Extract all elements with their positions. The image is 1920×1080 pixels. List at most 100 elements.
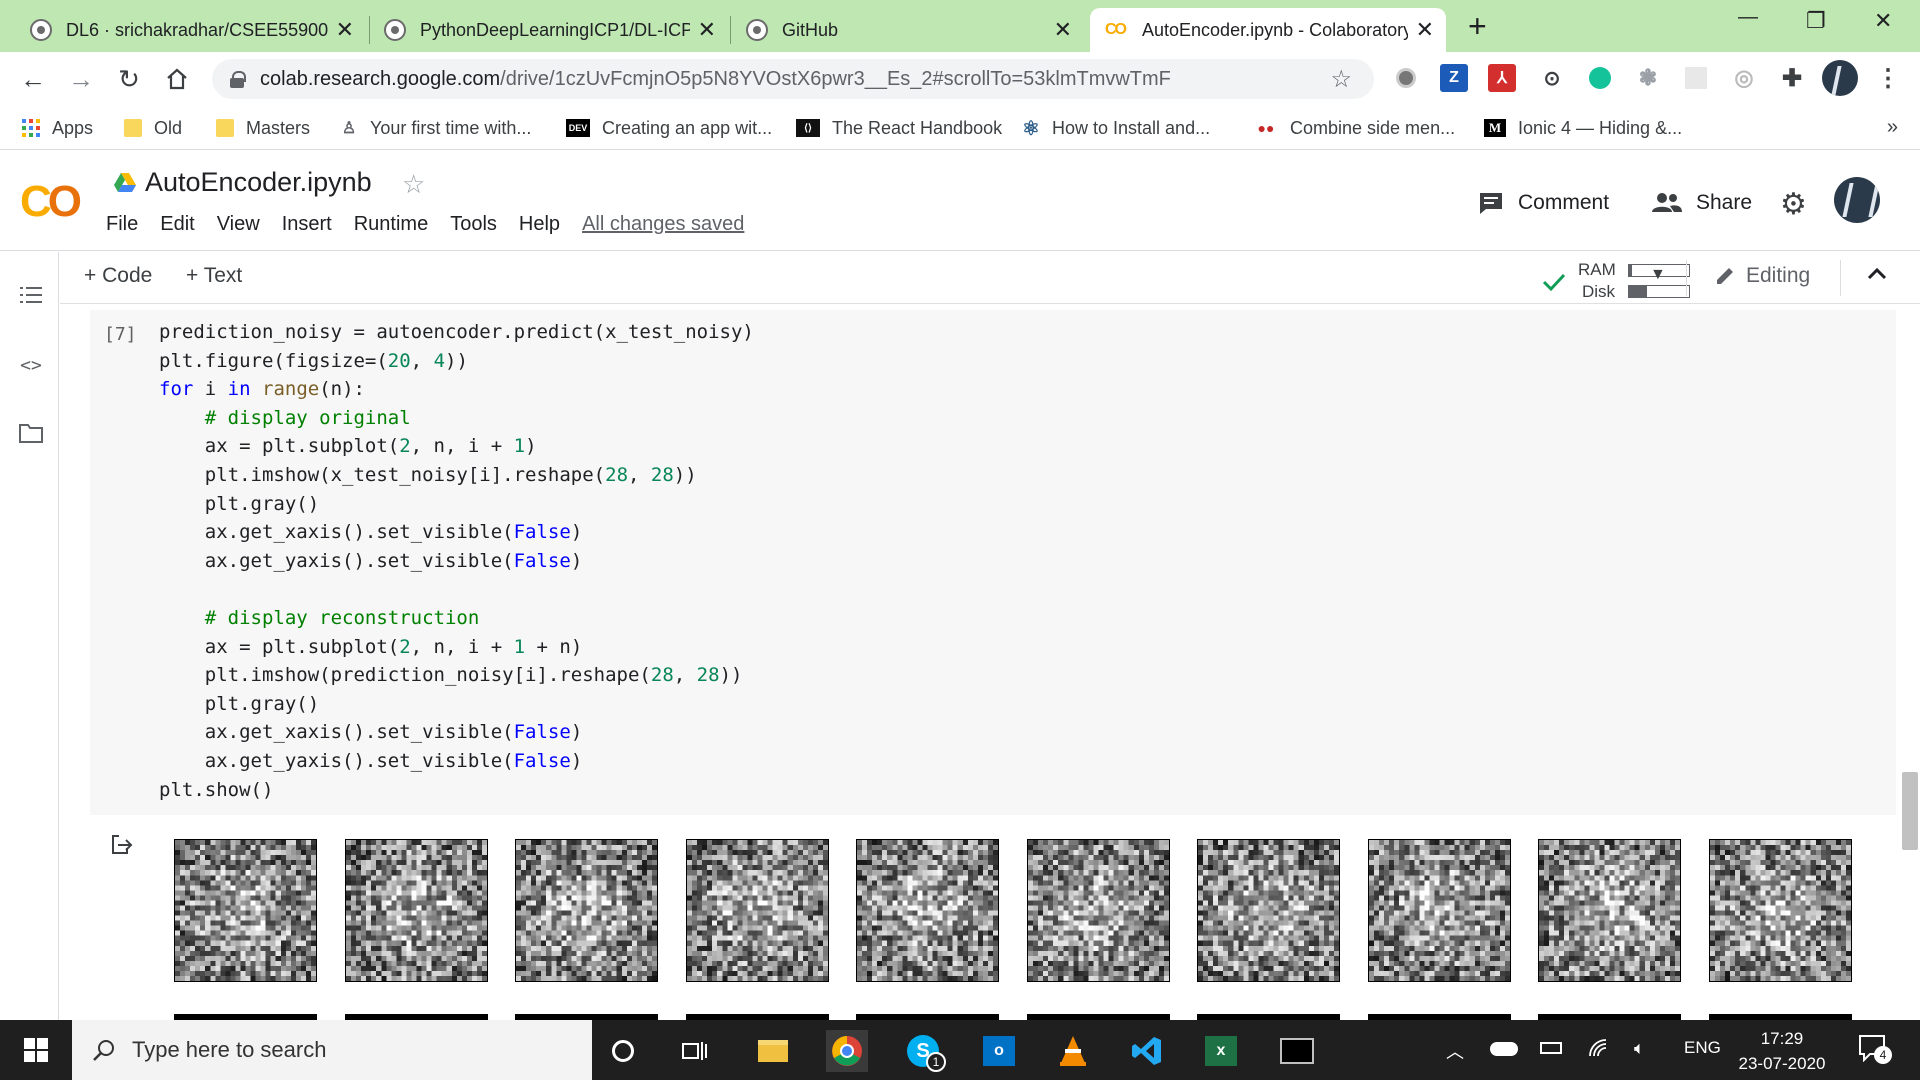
menu-help[interactable]: Help xyxy=(519,213,560,236)
home-icon[interactable] xyxy=(160,62,194,96)
menu-view[interactable]: View xyxy=(217,213,260,236)
search-icon xyxy=(93,1040,114,1061)
google-drive-icon xyxy=(114,173,136,192)
excel-icon[interactable]: x xyxy=(1200,1030,1242,1072)
menu-edit[interactable]: Edit xyxy=(160,213,194,236)
dots-icon: ●● xyxy=(1257,120,1275,136)
back-icon[interactable]: ← xyxy=(16,62,50,96)
editing-mode-button[interactable]: Editing xyxy=(1714,264,1810,288)
cortana-icon[interactable] xyxy=(602,1030,644,1072)
bookmark-react-handbook[interactable]: ⟨⟩ The React Handbook xyxy=(796,114,1002,142)
vscode-icon[interactable] xyxy=(1126,1030,1168,1072)
files-folder-icon[interactable] xyxy=(18,420,44,446)
bookmark-masters[interactable]: Masters xyxy=(216,114,310,142)
battery-icon[interactable] xyxy=(1540,1038,1562,1054)
windows-start-icon[interactable] xyxy=(24,1038,48,1062)
settings-gear-icon[interactable]: ⚙ xyxy=(1780,187,1807,222)
account-avatar[interactable] xyxy=(1834,177,1880,223)
noisy-digit-image xyxy=(174,839,317,982)
menu-file[interactable]: File xyxy=(106,213,138,236)
bookmark-how-to-install[interactable]: ⚛ How to Install and... xyxy=(1022,114,1210,142)
bookmark-creating-an-app[interactable]: DEV Creating an app wit... xyxy=(566,114,772,142)
file-explorer-icon[interactable] xyxy=(752,1030,794,1072)
code-line: plt.gray() xyxy=(159,492,320,515)
tab-python-deep-learning[interactable]: PythonDeepLearningICP1/DL-ICP ✕ xyxy=(372,8,728,52)
menu-tools[interactable]: Tools xyxy=(450,213,497,236)
extensions-puzzle-icon[interactable]: ✚ xyxy=(1778,64,1806,92)
pdf-extension-icon[interactable]: ⅄ xyxy=(1488,64,1516,92)
code-snippets-icon[interactable]: <> xyxy=(18,352,44,378)
minimize-button[interactable]: — xyxy=(1738,6,1758,29)
table-of-contents-icon[interactable] xyxy=(18,282,44,308)
forward-icon[interactable]: → xyxy=(64,62,98,96)
new-tab-button[interactable]: + xyxy=(1468,8,1487,45)
camera-extension-icon[interactable]: ◎ xyxy=(1730,64,1758,92)
tab-github[interactable]: GitHub ✕ xyxy=(734,8,1084,52)
colab-logo[interactable]: CO xyxy=(20,177,82,227)
notebook-title[interactable]: AutoEncoder.ipynb xyxy=(145,167,372,198)
system-clock[interactable]: 17:29 23-07-2020 xyxy=(1728,1026,1836,1076)
tab-dl6[interactable]: DL6 · srichakradhar/CSEE5590000 ✕ xyxy=(18,8,366,52)
star-notebook-icon[interactable]: ☆ xyxy=(402,169,425,200)
collapse-header-icon[interactable] xyxy=(1866,266,1888,287)
zotero-extension-icon[interactable]: Z xyxy=(1440,64,1468,92)
reload-icon[interactable]: ↻ xyxy=(112,62,146,96)
close-tab-icon[interactable]: ✕ xyxy=(1416,17,1434,43)
code-editor[interactable]: prediction_noisy = autoencoder.predict(x… xyxy=(159,318,754,804)
chrome-taskbar-icon[interactable] xyxy=(826,1030,868,1072)
bookmark-label: Ionic 4 — Hiding &... xyxy=(1518,117,1683,138)
close-window-button[interactable]: ✕ xyxy=(1874,8,1892,34)
add-text-button[interactable]: + Text xyxy=(186,264,242,288)
language-indicator[interactable]: ENG xyxy=(1684,1038,1721,1058)
code-extension-icon[interactable]: ⊙ xyxy=(1538,64,1566,92)
extension-circle-icon[interactable] xyxy=(1392,64,1420,92)
menu-runtime[interactable]: Runtime xyxy=(354,213,428,236)
add-code-button[interactable]: + Code xyxy=(84,264,152,288)
settings-extension-icon[interactable]: ❃ xyxy=(1634,64,1662,92)
comment-button[interactable]: Comment xyxy=(1478,191,1609,215)
bookmark-old[interactable]: Old xyxy=(124,114,182,142)
bookmark-label: Creating an app wit... xyxy=(602,117,773,138)
disk-usage-bar xyxy=(1628,285,1690,298)
save-status[interactable]: All changes saved xyxy=(582,213,744,236)
bookmark-combine-side-menu[interactable]: ●● Combine side men... xyxy=(1254,114,1456,142)
bookmark-star-icon[interactable]: ☆ xyxy=(1330,65,1352,94)
browser-tab-strip: DL6 · srichakradhar/CSEE5590000 ✕ Python… xyxy=(0,0,1920,52)
vlc-icon[interactable] xyxy=(1052,1030,1094,1072)
skype-icon[interactable]: S 1 xyxy=(902,1030,946,1072)
bookmark-apps[interactable]: Apps xyxy=(22,114,93,142)
page-scrollbar[interactable] xyxy=(1902,772,1918,850)
volume-icon[interactable]: 🔈︎ xyxy=(1634,1038,1645,1059)
clock-time: 17:29 xyxy=(1760,1029,1804,1048)
profile-avatar-icon[interactable] xyxy=(1822,60,1858,96)
close-tab-icon[interactable]: ✕ xyxy=(336,17,354,43)
noisy-digit-image xyxy=(686,839,829,982)
address-bar[interactable]: colab.research.google.com/drive/1czUvFcm… xyxy=(212,59,1374,99)
close-tab-icon[interactable]: ✕ xyxy=(1054,17,1072,43)
taskbar-search-box[interactable]: Type here to search xyxy=(72,1020,592,1080)
share-button[interactable]: Share xyxy=(1652,191,1752,215)
menu-insert[interactable]: Insert xyxy=(282,213,332,236)
onedrive-cloud-icon[interactable] xyxy=(1490,1038,1518,1056)
execution-count[interactable]: [7] xyxy=(104,324,137,345)
bookmarks-more-icon[interactable]: » xyxy=(1887,116,1898,139)
grammarly-extension-icon[interactable] xyxy=(1586,64,1614,92)
close-tab-icon[interactable]: ✕ xyxy=(698,17,716,43)
tab-title: DL6 · srichakradhar/CSEE5590000 xyxy=(66,19,328,40)
show-hidden-icons-chevron[interactable]: ︿ xyxy=(1446,1038,1464,1064)
disk-usage-fill xyxy=(1629,286,1647,297)
grid-extension-icon[interactable] xyxy=(1682,64,1710,92)
bookmark-ionic-4[interactable]: M Ionic 4 — Hiding &... xyxy=(1484,114,1682,142)
outlook-icon[interactable]: o xyxy=(978,1030,1020,1072)
notifications-icon[interactable]: 4 xyxy=(1858,1034,1892,1067)
restore-button[interactable]: ❐ xyxy=(1806,8,1826,34)
clock-date: 23-07-2020 xyxy=(1738,1054,1826,1073)
output-actions-icon[interactable] xyxy=(110,832,134,856)
menu-kebab-icon[interactable]: ⋮ xyxy=(1874,64,1902,92)
task-view-icon[interactable] xyxy=(674,1030,716,1072)
terminal-icon[interactable] xyxy=(1276,1030,1318,1072)
tab-autoencoder[interactable]: CO AutoEncoder.ipynb - Colaboratory ✕ xyxy=(1090,8,1446,52)
wifi-icon[interactable] xyxy=(1588,1038,1610,1063)
resources-dropdown-icon[interactable]: ▼ xyxy=(1650,266,1666,284)
bookmark-your-first-time[interactable]: ♙ Your first time with... xyxy=(340,114,532,142)
